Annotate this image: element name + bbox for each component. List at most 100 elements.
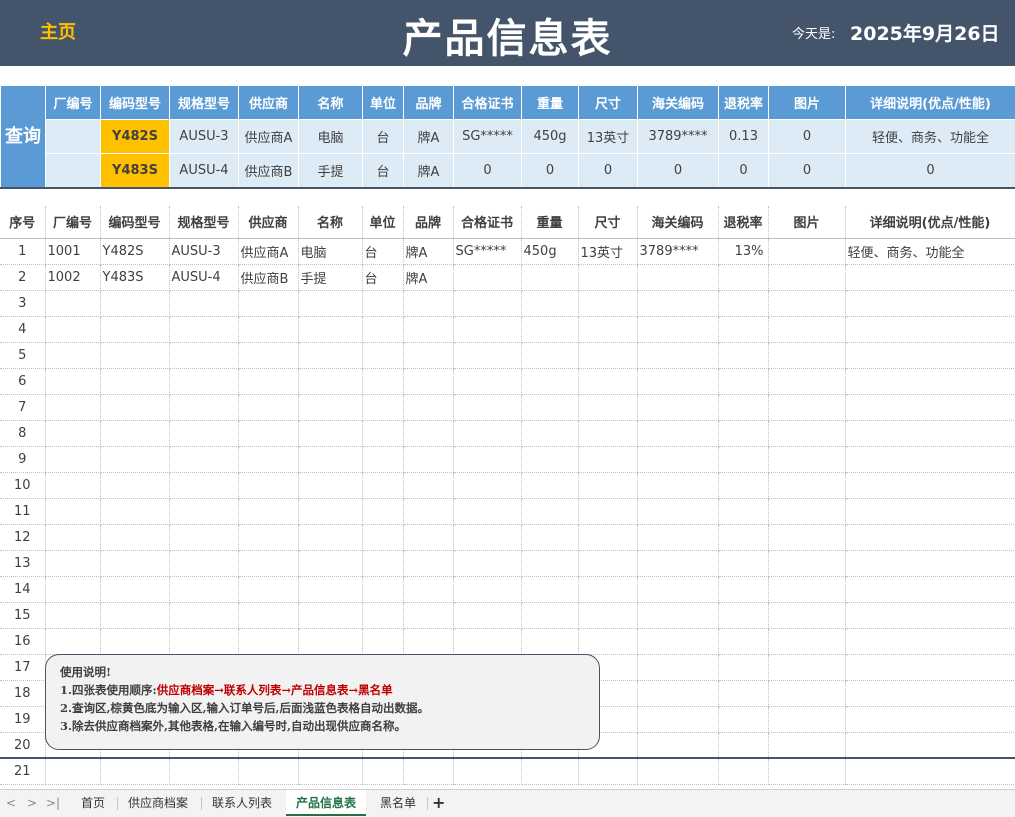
table-cell[interactable]: [238, 316, 299, 343]
table-cell[interactable]: [521, 498, 579, 525]
table-cell[interactable]: [238, 602, 299, 629]
table-cell[interactable]: [100, 576, 170, 603]
tab-home[interactable]: 首页: [71, 790, 115, 816]
table-cell[interactable]: [718, 368, 769, 395]
table-cell[interactable]: [637, 498, 719, 525]
table-cell[interactable]: 电脑: [298, 238, 363, 265]
table-cell[interactable]: [718, 628, 769, 655]
table-cell[interactable]: [362, 446, 404, 473]
query-code-input[interactable]: Y482S: [100, 119, 170, 154]
table-cell[interactable]: [403, 342, 454, 369]
table-cell[interactable]: [169, 524, 239, 551]
table-cell[interactable]: [238, 394, 299, 421]
table-cell[interactable]: [100, 342, 170, 369]
table-cell[interactable]: [403, 524, 454, 551]
table-cell[interactable]: [845, 394, 1015, 421]
table-cell[interactable]: [45, 446, 101, 473]
table-cell[interactable]: [521, 472, 579, 499]
table-cell[interactable]: [169, 472, 239, 499]
table-cell[interactable]: [718, 342, 769, 369]
table-cell[interactable]: 13英寸: [578, 238, 638, 265]
table-cell[interactable]: [298, 628, 363, 655]
table-cell[interactable]: [362, 602, 404, 629]
table-cell[interactable]: [718, 446, 769, 473]
table-cell[interactable]: [637, 394, 719, 421]
table-cell[interactable]: [453, 290, 522, 317]
table-cell[interactable]: [578, 602, 638, 629]
table-cell[interactable]: [845, 706, 1015, 733]
table-cell[interactable]: [403, 316, 454, 343]
table-cell[interactable]: AUSU-4: [169, 264, 239, 291]
table-cell[interactable]: [768, 680, 846, 707]
table-cell[interactable]: [845, 290, 1015, 317]
table-cell[interactable]: 450g: [521, 238, 579, 265]
table-cell[interactable]: [45, 394, 101, 421]
table-cell[interactable]: [100, 498, 170, 525]
table-cell[interactable]: [169, 342, 239, 369]
table-cell[interactable]: [362, 758, 404, 785]
table-cell[interactable]: [845, 680, 1015, 707]
table-cell[interactable]: [768, 758, 846, 785]
table-cell[interactable]: [845, 758, 1015, 785]
table-cell[interactable]: [453, 446, 522, 473]
table-cell[interactable]: [453, 524, 522, 551]
table-cell[interactable]: [521, 446, 579, 473]
table-cell[interactable]: [845, 420, 1015, 447]
table-cell[interactable]: 供应商A: [238, 238, 299, 265]
table-cell[interactable]: [238, 290, 299, 317]
table-cell[interactable]: [718, 290, 769, 317]
table-cell[interactable]: [768, 602, 846, 629]
table-cell[interactable]: [453, 576, 522, 603]
table-cell[interactable]: [521, 550, 579, 577]
table-cell[interactable]: [298, 602, 363, 629]
table-cell[interactable]: [298, 420, 363, 447]
table-cell[interactable]: [453, 758, 522, 785]
table-cell[interactable]: [453, 628, 522, 655]
table-cell[interactable]: [169, 602, 239, 629]
table-cell[interactable]: [521, 290, 579, 317]
table-cell[interactable]: [768, 550, 846, 577]
table-cell[interactable]: [238, 498, 299, 525]
table-cell[interactable]: [298, 446, 363, 473]
table-cell[interactable]: [521, 264, 579, 291]
table-cell[interactable]: [845, 602, 1015, 629]
table-cell[interactable]: [768, 264, 846, 291]
table-cell[interactable]: [169, 758, 239, 785]
table-cell[interactable]: 轻便、商务、功能全: [845, 238, 1015, 265]
table-cell[interactable]: [521, 394, 579, 421]
table-cell[interactable]: [169, 446, 239, 473]
table-cell[interactable]: [362, 394, 404, 421]
table-cell[interactable]: [100, 290, 170, 317]
table-cell[interactable]: [768, 342, 846, 369]
table-cell[interactable]: [100, 472, 170, 499]
table-cell[interactable]: [845, 264, 1015, 291]
table-cell[interactable]: [100, 368, 170, 395]
table-cell[interactable]: [362, 316, 404, 343]
table-cell[interactable]: [298, 550, 363, 577]
table-cell[interactable]: [845, 524, 1015, 551]
table-cell[interactable]: [453, 498, 522, 525]
table-cell[interactable]: [637, 446, 719, 473]
table-cell[interactable]: 供应商B: [238, 264, 299, 291]
table-cell[interactable]: [298, 472, 363, 499]
table-cell[interactable]: [845, 576, 1015, 603]
table-cell[interactable]: [521, 524, 579, 551]
table-cell[interactable]: [238, 446, 299, 473]
table-cell[interactable]: [521, 368, 579, 395]
table-cell[interactable]: [403, 290, 454, 317]
table-cell[interactable]: [845, 628, 1015, 655]
table-cell[interactable]: [521, 602, 579, 629]
table-cell[interactable]: [718, 316, 769, 343]
table-cell[interactable]: [238, 420, 299, 447]
table-cell[interactable]: [637, 628, 719, 655]
table-cell[interactable]: [298, 394, 363, 421]
table-cell[interactable]: [45, 758, 101, 785]
table-cell[interactable]: [100, 550, 170, 577]
table-cell[interactable]: [521, 758, 579, 785]
table-cell[interactable]: [169, 394, 239, 421]
tab-supplier-archive[interactable]: 供应商档案: [118, 790, 198, 816]
table-cell[interactable]: [403, 628, 454, 655]
table-cell[interactable]: [578, 264, 638, 291]
table-cell[interactable]: 13%: [718, 238, 769, 265]
table-cell[interactable]: [169, 420, 239, 447]
